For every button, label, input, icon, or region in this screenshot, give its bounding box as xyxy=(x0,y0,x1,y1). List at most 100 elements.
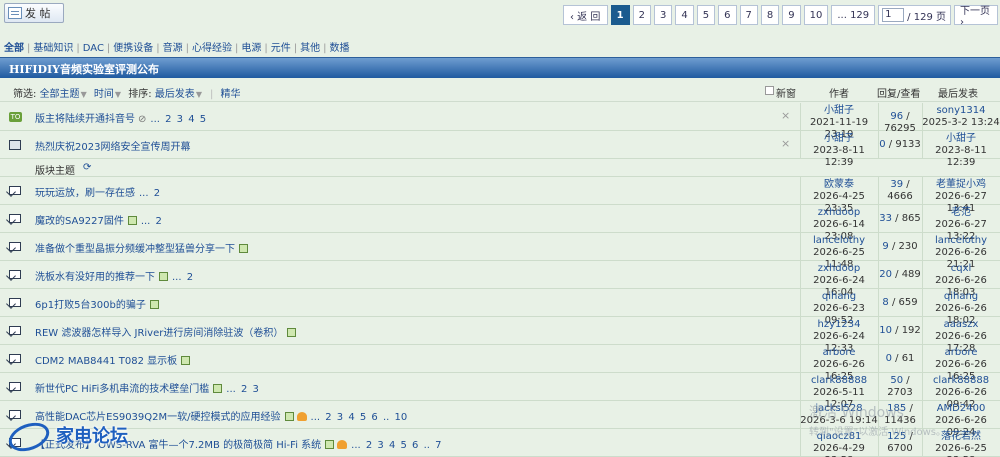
page-1[interactable]: 1 xyxy=(610,5,630,25)
last-post-user[interactable]: 老董捉小鸡 xyxy=(922,179,1000,191)
new-window-checkbox[interactable] xyxy=(765,86,774,95)
close-icon[interactable]: × xyxy=(781,109,790,122)
thread-page-links[interactable]: ... 2 xyxy=(141,216,162,227)
view-count: 9133 xyxy=(895,139,921,150)
attachment-clip-icon: ⊘ xyxy=(138,114,147,125)
sort-label: 排序: xyxy=(128,89,152,100)
refresh-icon[interactable]: ⟳ xyxy=(83,162,91,173)
replies-views: 0 / 61 xyxy=(885,353,915,364)
page-5[interactable]: 5 xyxy=(696,5,716,25)
last-post-user[interactable]: cqxl xyxy=(922,263,1000,275)
section-label: 版块主题 xyxy=(35,166,75,177)
hot-thread-icon xyxy=(296,412,307,421)
author-name[interactable]: zxhdoop xyxy=(800,263,878,275)
last-post-user[interactable]: 落花若然 xyxy=(922,431,1000,443)
page-2[interactable]: 2 xyxy=(632,5,651,25)
author-name[interactable]: 欧蒙泰 xyxy=(800,179,878,191)
category-streaming[interactable]: 数播 xyxy=(330,43,350,54)
filter-all-dropdown[interactable]: 全部主题 xyxy=(40,89,80,100)
author-name[interactable]: zxhdoop xyxy=(800,207,878,219)
author-name[interactable]: lancelothy xyxy=(800,235,878,247)
thread-title-link[interactable]: 准备做个重型晶振分频缓冲整型猛兽分享一下 xyxy=(35,244,235,255)
page-8[interactable]: 8 xyxy=(760,5,780,25)
thread-envelope-icon xyxy=(9,326,21,335)
thread-page-links[interactable]: ... 2 3 4 5 6 .. 7 xyxy=(351,440,441,451)
last-post-user[interactable]: arbore xyxy=(922,347,1000,359)
thread-title-link[interactable]: 洗板水有没好用的推荐一下 xyxy=(35,272,155,283)
digest-filter[interactable]: 精华 xyxy=(221,89,241,100)
page-9[interactable]: 9 xyxy=(782,5,801,25)
author-name[interactable]: qiaocz81 xyxy=(800,431,878,443)
filter-time-dropdown[interactable]: 时间 xyxy=(94,89,114,100)
thread-row: 洗板水有没好用的推荐一下... 2 zxhdoop 2026-6-24 16:04 2… xyxy=(0,261,1000,298)
category-dac[interactable]: DAC xyxy=(83,43,104,54)
page-last[interactable]: ... 129 xyxy=(831,5,876,25)
sort-dropdown[interactable]: 最后发表 xyxy=(155,89,195,100)
reply-count: 39 xyxy=(890,179,904,190)
column-divider xyxy=(878,205,879,233)
thread-page-links[interactable]: ... 2 3 4 5 6 .. 10 xyxy=(311,412,408,423)
thread-title-link[interactable]: 版主将陆续开通抖音号 xyxy=(35,114,135,125)
thread-row: 6p1打败5台300b的骗子 qihang 2026-6-23 09:52 8 / 6… xyxy=(0,289,1000,326)
column-divider xyxy=(878,261,879,289)
view-count: 4666 xyxy=(887,191,913,202)
author-name[interactable]: 小甜子 xyxy=(800,133,878,145)
new-post-button[interactable]: 发 帖 xyxy=(4,3,64,23)
column-author: 作者 xyxy=(829,89,849,100)
column-divider xyxy=(800,205,801,233)
thread-title-link[interactable]: 玩玩运放，刷一存在感 xyxy=(35,188,135,199)
author-name[interactable]: 小甜子 xyxy=(800,105,878,117)
last-post-user[interactable]: 老范 xyxy=(922,207,1000,219)
last-post-user[interactable]: 小甜子 xyxy=(922,133,1000,145)
last-post-user[interactable]: lancelothy xyxy=(922,235,1000,247)
thread-page-links[interactable]: ... 2 3 4 5 xyxy=(150,114,206,125)
next-page-button[interactable]: 下一页 › xyxy=(954,5,998,28)
page-3[interactable]: 3 xyxy=(654,5,673,25)
thread-title-link[interactable]: 魔改的SA9227固件 xyxy=(35,216,124,227)
last-post-date[interactable]: 2026-6-25 23:58 xyxy=(922,443,1000,457)
view-count: 11436 xyxy=(884,415,916,426)
category-portable[interactable]: 便携设备 xyxy=(113,43,153,54)
author-name[interactable]: clark88888 xyxy=(800,375,878,387)
thread-title-link[interactable]: REW 滤波器怎样导入 JRiver进行房间消除驻波（卷积） xyxy=(35,328,283,339)
author-name[interactable]: jacksl528 xyxy=(800,403,878,415)
category-all[interactable]: 全部 xyxy=(4,43,24,54)
thread-page-links[interactable]: ... 2 xyxy=(139,188,160,199)
image-attachment-icon xyxy=(287,328,297,337)
back-button[interactable]: ‹ 返 回 xyxy=(562,5,608,25)
page-10[interactable]: 10 xyxy=(803,5,829,25)
last-post-user[interactable]: AMD2400 xyxy=(922,403,1000,415)
thread-page-links[interactable]: ... 2 xyxy=(172,272,193,283)
last-post-user[interactable]: qihang xyxy=(922,291,1000,303)
page-4[interactable]: 4 xyxy=(675,5,694,25)
page-7[interactable]: 7 xyxy=(739,5,758,25)
close-icon[interactable]: × xyxy=(781,137,790,150)
replies-views: 39 /4666 xyxy=(878,179,922,203)
page-jump-input[interactable]: 1 xyxy=(882,8,905,22)
thread-page-links[interactable]: ... 2 3 xyxy=(226,384,259,395)
dropdown-arrow-icon: ▼ xyxy=(114,90,122,99)
replies-views: 125 /6700 xyxy=(878,431,922,455)
view-count: 6700 xyxy=(887,443,913,454)
author-name[interactable]: hzy1234 xyxy=(800,319,878,331)
last-post-date[interactable]: 2025-3-2 13:24 xyxy=(922,117,1000,129)
author-name[interactable]: qihang xyxy=(800,291,878,303)
thread-title-link[interactable]: 6p1打败5台300b的骗子 xyxy=(35,300,146,311)
thread-title-link[interactable]: 新世代PC HiFi多机串流的技术壁垒门槛 xyxy=(35,384,209,395)
category-basics[interactable]: 基础知识 xyxy=(33,43,73,54)
last-post-user[interactable]: aaaszx xyxy=(922,319,1000,331)
category-components[interactable]: 元件 xyxy=(271,43,291,54)
category-experience[interactable]: 心得经验 xyxy=(192,43,232,54)
thread-title-link[interactable]: CDM2 MAB8441 T082 显示板 xyxy=(35,356,177,367)
category-other[interactable]: 其他 xyxy=(300,43,320,54)
category-source[interactable]: 音源 xyxy=(163,43,183,54)
page-6[interactable]: 6 xyxy=(718,5,737,25)
reply-count: 50 xyxy=(890,375,904,386)
category-power[interactable]: 电源 xyxy=(241,43,261,54)
author-name[interactable]: arbore xyxy=(800,347,878,359)
thread-envelope-icon xyxy=(9,298,21,307)
last-post-user[interactable]: clark88888 xyxy=(922,375,1000,387)
last-post-user[interactable]: sony1314 xyxy=(922,105,1000,117)
thread-title-link[interactable]: 热烈庆祝2023网络安全宣传周开幕 xyxy=(35,142,190,153)
thread-row: CDM2 MAB8441 T082 显示板 arbore 2026-6-26 16:… xyxy=(0,345,1000,382)
